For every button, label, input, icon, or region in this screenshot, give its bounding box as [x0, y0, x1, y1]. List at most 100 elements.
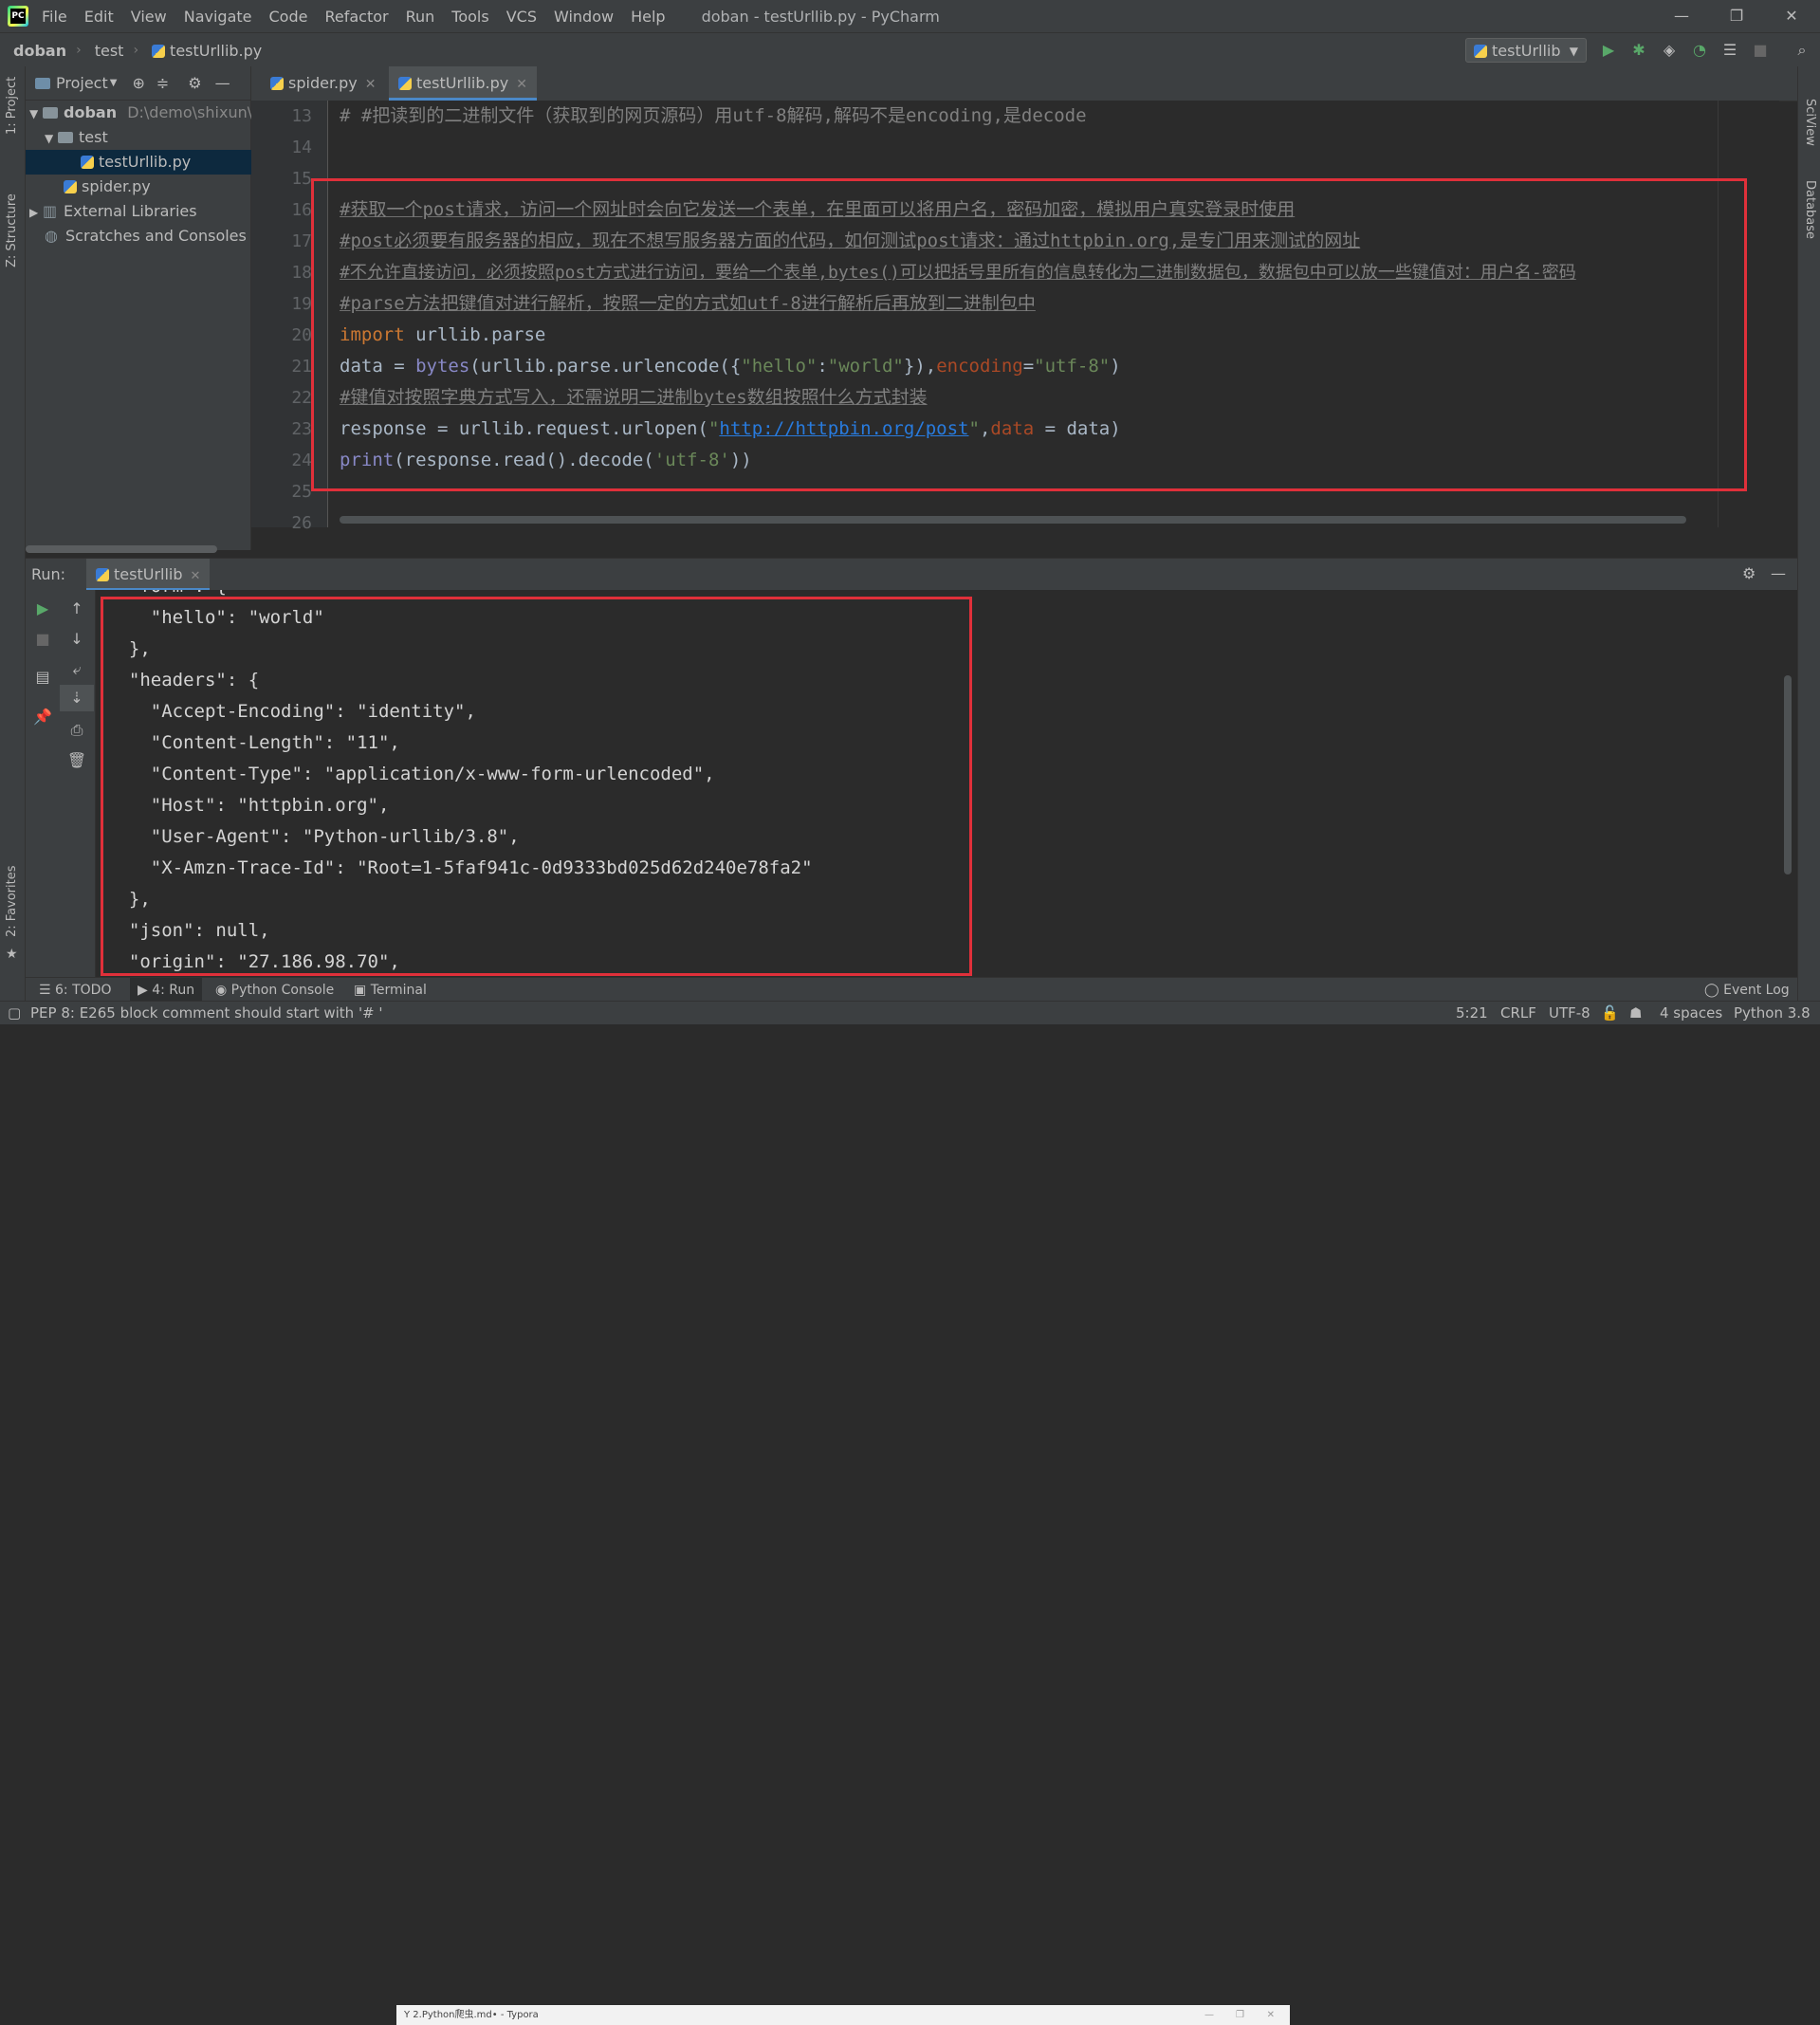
line-number: 17	[291, 231, 312, 251]
line-number: 21	[291, 357, 312, 377]
menu-refactor[interactable]: Refactor	[324, 8, 388, 26]
line-separator[interactable]: CRLF	[1500, 1002, 1536, 1024]
folder-icon	[43, 107, 58, 119]
scroll-up-icon[interactable]: ↑	[60, 596, 94, 622]
file-encoding[interactable]: UTF-8	[1549, 1002, 1590, 1024]
status-message[interactable]: PEP 8: E265 block comment should start w…	[30, 1002, 383, 1024]
tree-item-label: testUrllib.py	[99, 153, 192, 171]
database-tool-tab[interactable]: Database	[1803, 180, 1817, 239]
layout-icon[interactable]: ▤	[26, 664, 60, 690]
close-tab-icon[interactable]: ✕	[516, 77, 527, 92]
coverage-icon[interactable]: ◈	[1658, 39, 1681, 62]
python-console-tab[interactable]: ◉ Python Console	[215, 978, 334, 1003]
inspection-icon[interactable]: ☗	[1629, 1002, 1642, 1024]
profile-icon[interactable]: ◔	[1688, 39, 1711, 62]
status-bar: ▢ PEP 8: E265 block comment should start…	[0, 1001, 1820, 2025]
lock-icon[interactable]: 🔓	[1601, 1002, 1619, 1024]
caret-position[interactable]: 5:21	[1456, 1002, 1488, 1024]
restore-icon: ❐	[1236, 2010, 1244, 2020]
menu-view[interactable]: View	[131, 8, 167, 26]
scroll-to-end-icon[interactable]: ⇣	[60, 685, 94, 711]
editor-horizontal-scrollbar[interactable]	[340, 516, 1686, 524]
rerun-icon[interactable]: ▶	[26, 596, 60, 622]
status-message-icon: ▢	[8, 1004, 22, 1022]
run-configuration-select[interactable]: testUrllib ▼	[1465, 38, 1587, 63]
line-number: 20	[291, 325, 312, 345]
library-icon: ▥	[43, 202, 58, 220]
tab-testurllib[interactable]: testUrllib.py ✕	[389, 66, 537, 101]
sciview-tool-tab[interactable]: SciView	[1803, 99, 1817, 146]
tree-item-test[interactable]: ▼ test	[26, 125, 269, 150]
project-tool-tab[interactable]: 1: Project	[5, 77, 19, 135]
scratches-icon: ◍	[45, 227, 58, 245]
debug-icon[interactable]: ✱	[1627, 39, 1650, 62]
todo-tab[interactable]: ☰ 6: TODO	[39, 978, 111, 1003]
menu-code[interactable]: Code	[269, 8, 308, 26]
run-icon: ▶	[138, 983, 153, 998]
breadcrumb-file[interactable]: testUrllib.py	[152, 42, 262, 60]
tab-spider[interactable]: spider.py ✕	[261, 66, 386, 101]
breadcrumb-file-label: testUrllib.py	[170, 41, 263, 60]
indent-setting[interactable]: 4 spaces	[1660, 1002, 1722, 1024]
menu-file[interactable]: File	[42, 8, 67, 26]
minimize-button[interactable]: —	[1654, 0, 1709, 32]
console-vertical-scrollbar[interactable]	[1784, 675, 1792, 874]
search-everywhere-icon[interactable]: ⌕	[1791, 39, 1813, 62]
tab-label: testUrllib.py	[416, 74, 509, 92]
line-number: 14	[291, 138, 312, 157]
menu-help[interactable]: Help	[631, 8, 665, 26]
list-icon: ☰	[39, 983, 56, 998]
python-icon	[96, 568, 109, 581]
close-icon: ✕	[1266, 2010, 1275, 2020]
tree-item-scratches[interactable]: ◍ Scratches and Consoles	[26, 224, 269, 249]
event-log-tab[interactable]: ◯ Event Log	[1704, 978, 1790, 1003]
pin-icon[interactable]: 📌	[26, 704, 60, 730]
structure-tool-tab[interactable]: Z: Structure	[5, 193, 19, 267]
tree-item-label: doban	[64, 103, 118, 121]
tree-item-doban[interactable]: ▼ doban D:\demo\shixun\d	[26, 101, 254, 125]
run-panel-label: Run:	[31, 565, 66, 583]
stop-icon[interactable]: ■	[26, 626, 60, 653]
hide-panel-icon[interactable]: —	[1771, 564, 1786, 582]
hide-panel-icon[interactable]: —	[215, 74, 230, 92]
menu-run[interactable]: Run	[406, 8, 435, 26]
close-window-button[interactable]: ✕	[1764, 0, 1819, 32]
breadcrumb-project[interactable]: doban	[13, 42, 66, 60]
line-number: 24	[291, 451, 312, 470]
breadcrumb-folder[interactable]: test	[95, 42, 124, 60]
run-icon[interactable]: ▶	[1597, 39, 1620, 62]
collapse-all-icon[interactable]: ≑	[156, 74, 169, 92]
restore-button[interactable]: ❐	[1709, 0, 1764, 32]
python-interpreter[interactable]: Python 3.8	[1734, 1002, 1811, 1024]
stop-icon[interactable]: ■	[1749, 39, 1772, 62]
locate-icon[interactable]: ⊕	[132, 74, 144, 92]
close-tab-icon[interactable]: ✕	[365, 77, 377, 92]
trash-icon[interactable]: 🗑	[60, 747, 94, 774]
gear-icon[interactable]: ⚙	[1742, 564, 1756, 582]
menu-vcs[interactable]: VCS	[506, 8, 537, 26]
line-number: 16	[291, 200, 312, 220]
terminal-tab[interactable]: ▣ Terminal	[354, 978, 427, 1003]
project-horizontal-scrollbar[interactable]	[26, 545, 217, 553]
run-tab-testurllib[interactable]: testUrllib ✕	[86, 559, 211, 591]
menu-window[interactable]: Window	[554, 8, 614, 26]
favorites-tool-tab[interactable]: 2: Favorites	[5, 865, 19, 937]
run-tab[interactable]: ▶ 4: Run	[130, 978, 203, 1003]
taskbar-typora-window[interactable]: Y 2.Python爬虫.md• - Typora — ❐ ✕	[396, 2005, 1290, 2025]
concurrency-icon[interactable]: ☰	[1719, 39, 1741, 62]
menu-edit[interactable]: Edit	[84, 8, 114, 26]
chevron-right-icon: ▶	[29, 206, 39, 219]
tree-item-external-libraries[interactable]: ▶ ▥ External Libraries	[26, 199, 254, 224]
project-panel-header: Project ▼ ⊕ ≑ ⚙ —	[26, 66, 250, 101]
menu-navigate[interactable]: Navigate	[184, 8, 252, 26]
close-tab-icon[interactable]: ✕	[191, 569, 201, 583]
gear-icon[interactable]: ⚙	[188, 74, 201, 92]
soft-wrap-icon[interactable]: ⤶	[60, 656, 94, 683]
scroll-down-icon[interactable]: ↓	[60, 626, 94, 653]
todo-tab-label: 6: TODO	[55, 983, 112, 998]
project-view-select[interactable]: Project	[56, 74, 108, 92]
line-number: 23	[291, 419, 312, 439]
print-icon[interactable]: ⎙	[60, 717, 94, 744]
menu-tools[interactable]: Tools	[451, 8, 488, 26]
tree-item-spider[interactable]: spider.py	[26, 175, 288, 199]
